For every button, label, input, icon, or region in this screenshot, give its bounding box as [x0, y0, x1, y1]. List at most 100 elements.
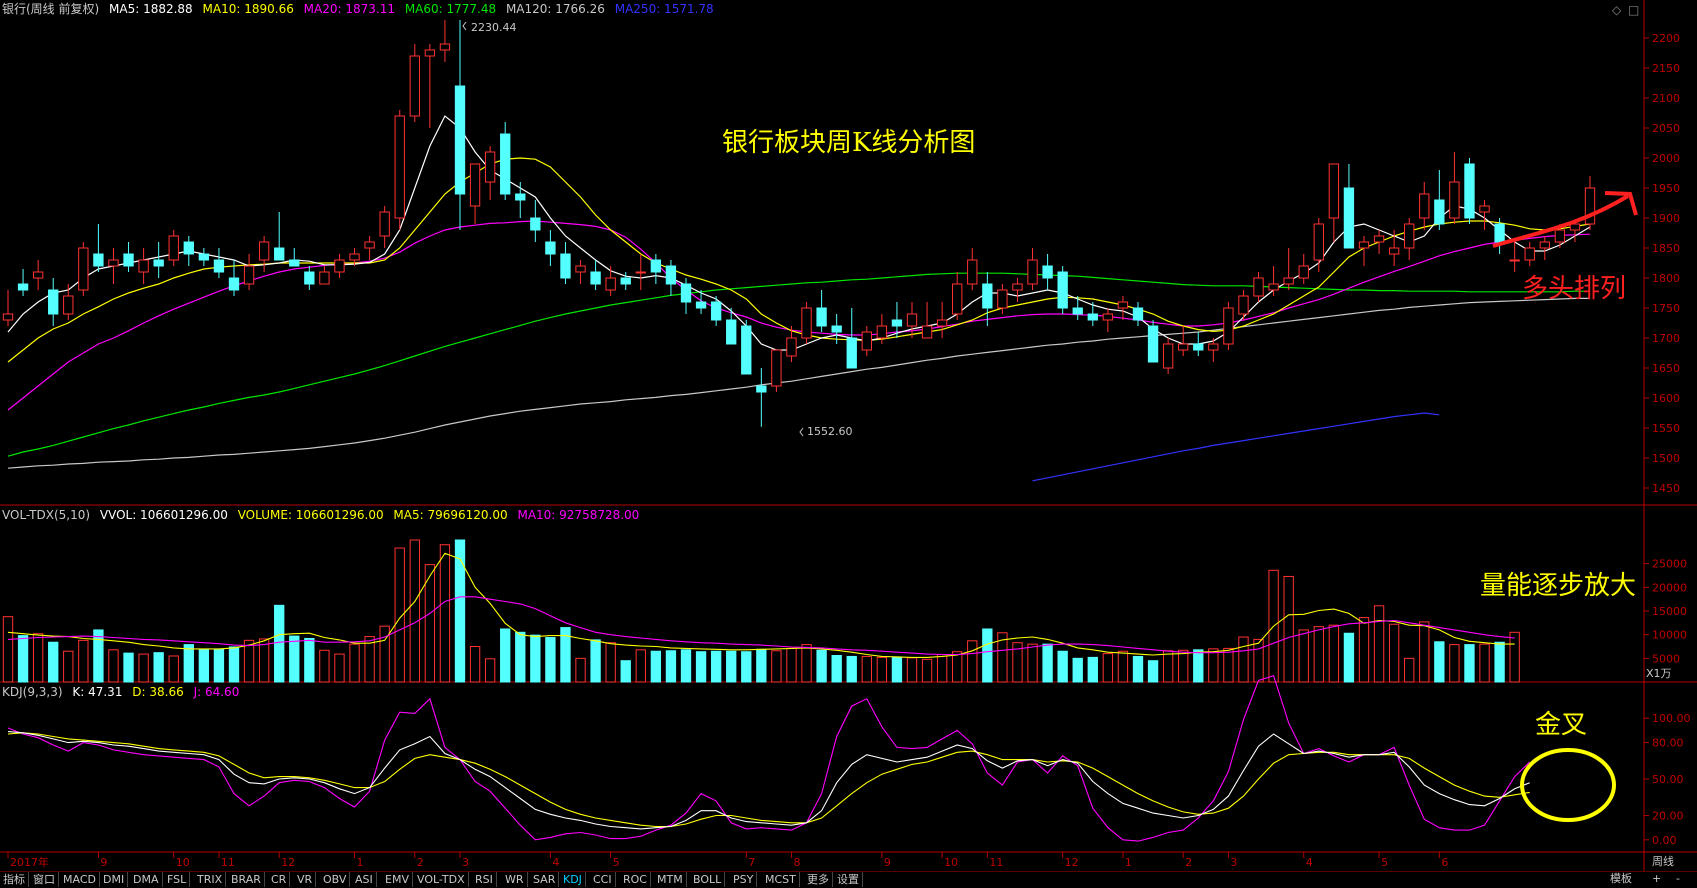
volume-bar — [1404, 657, 1415, 683]
candle-body — [1012, 283, 1023, 291]
candle-body — [695, 301, 707, 309]
x-tick-label: 3 — [462, 856, 469, 869]
volume-bar — [1223, 647, 1234, 683]
toolbar-tab-mtm[interactable]: MTM — [654, 872, 687, 887]
candle-body — [1434, 199, 1445, 225]
candle-body — [560, 253, 571, 279]
volume-bar — [1117, 650, 1129, 683]
d-value: D: 38.66 — [132, 685, 184, 699]
toolbar-tab-asi[interactable]: ASI — [352, 872, 377, 887]
volume-bar — [575, 657, 586, 683]
y-tick-label: 2050 — [1652, 122, 1680, 135]
candle-body — [1388, 247, 1400, 255]
kdj-header: KDJ(9,3,3) K: 47.31 D: 38.66 J: 64.60 — [2, 685, 245, 699]
toolbar-tab-brar[interactable]: BRAR — [228, 872, 265, 887]
toolbar-tab-obv[interactable]: OBV — [320, 872, 351, 887]
volume-bar — [78, 639, 89, 683]
volume-bar — [258, 638, 270, 683]
y-tick-label: 1950 — [1652, 182, 1680, 195]
volume-bar — [1434, 641, 1445, 683]
volume-bar — [982, 628, 993, 683]
volume-bar — [108, 649, 119, 683]
toolbar-tab-kdj[interactable]: KDJ — [560, 872, 586, 887]
volume-bar — [1208, 648, 1219, 683]
toolbar-tab-fsl[interactable]: FSL — [164, 872, 191, 887]
toolbar-tab-tab[interactable]: 设置 — [834, 872, 863, 887]
toolbar-tab-sar[interactable]: SAR — [530, 872, 560, 887]
candle-body — [500, 133, 511, 195]
volume-bar — [1373, 605, 1385, 683]
volume-bar — [213, 648, 225, 683]
toolbar-tab-roc[interactable]: ROC — [620, 872, 651, 887]
toolbar-tab-emv[interactable]: EMV — [382, 872, 413, 887]
candle-body — [710, 301, 722, 321]
candle-body — [469, 163, 481, 207]
volume-bar — [876, 656, 888, 683]
y-tick-label: 1500 — [1652, 452, 1680, 465]
toolbar-tab-indicators[interactable]: 指标 — [0, 872, 29, 887]
volume-header: VOL-TDX(5,10) VVOL: 106601296.00 VOLUME:… — [2, 508, 645, 522]
toolbar-tab-dmi[interactable]: DMI — [100, 872, 129, 887]
volume-bar — [605, 642, 616, 683]
candle-body — [590, 271, 601, 285]
volume-bar — [726, 650, 737, 683]
x-tick-label: 10 — [944, 856, 958, 869]
toolbar-tab-cr[interactable]: CR — [268, 872, 291, 887]
toolbar-tab-windows[interactable]: 窗口 — [30, 872, 59, 887]
toolbar-tab-vr[interactable]: VR — [294, 872, 317, 887]
toolbar-tab-cci[interactable]: CCI — [590, 872, 616, 887]
volume-bar — [1147, 660, 1159, 683]
candle-body — [17, 283, 29, 291]
candle-body — [936, 319, 948, 327]
volume-bar — [500, 628, 511, 683]
toolbar-tab-dma[interactable]: DMA — [130, 872, 163, 887]
volume-bar — [1042, 643, 1053, 683]
volume-bar — [32, 633, 44, 683]
volume-bar — [1343, 632, 1355, 683]
candle-body — [786, 337, 797, 357]
close-panel-icon[interactable]: □ — [1628, 3, 1639, 17]
candle-body — [1057, 271, 1068, 309]
ma120-value: MA120: 1766.26 — [505, 2, 605, 16]
volume-bar — [319, 649, 330, 683]
candle-body — [379, 211, 390, 237]
volume-bar — [1464, 644, 1475, 683]
volume-bar — [846, 655, 857, 683]
candle-body — [1132, 307, 1144, 321]
volume-bar — [967, 640, 978, 683]
toolbar-tab-voltdx[interactable]: VOL-TDX — [414, 872, 469, 887]
main-title-annotation: 银行板块周K线分析图 — [722, 128, 976, 158]
candle-body — [1404, 223, 1415, 249]
x-tick-label: 6 — [1441, 856, 1448, 869]
y-tick-label: 2200 — [1652, 32, 1680, 45]
candle-body — [48, 289, 59, 315]
zoom-out-button[interactable]: - — [1676, 871, 1680, 886]
candle-body — [1162, 343, 1174, 369]
toolbar-tab-mcst[interactable]: MCST — [762, 872, 800, 887]
toolbar-tab-macd[interactable]: MACD — [60, 872, 100, 887]
candle-body — [319, 271, 330, 285]
toolbar-tab-rsi[interactable]: RSI — [472, 872, 497, 887]
volume-bar — [906, 657, 918, 683]
template-button[interactable]: 模板 — [1610, 871, 1632, 886]
volume-bar — [650, 650, 662, 683]
restore-icon[interactable]: ◇ — [1612, 3, 1621, 17]
candle-body — [1027, 259, 1038, 285]
zoom-in-button[interactable]: + — [1652, 871, 1661, 886]
volume-bar — [1419, 621, 1430, 683]
candle-body — [334, 259, 345, 273]
candle-body — [891, 319, 903, 327]
x-tick-label: 9 — [100, 856, 107, 869]
ma10-value: MA10: 1890.66 — [202, 2, 294, 16]
toolbar-tab-boll[interactable]: BOLL — [690, 872, 726, 887]
toolbar-tab-wr[interactable]: WR — [502, 872, 528, 887]
toolbar-tab-trix[interactable]: TRIX — [194, 872, 227, 887]
candle-body — [364, 241, 375, 249]
candle-body — [846, 337, 857, 369]
toolbar-tab-psy[interactable]: PSY — [730, 872, 758, 887]
toolbar-tab-tab[interactable]: 更多 — [804, 872, 833, 887]
candle-body — [1298, 265, 1309, 279]
ma20-line — [7, 220, 1591, 411]
volume-bar — [168, 655, 179, 683]
volume-bar — [861, 655, 872, 683]
